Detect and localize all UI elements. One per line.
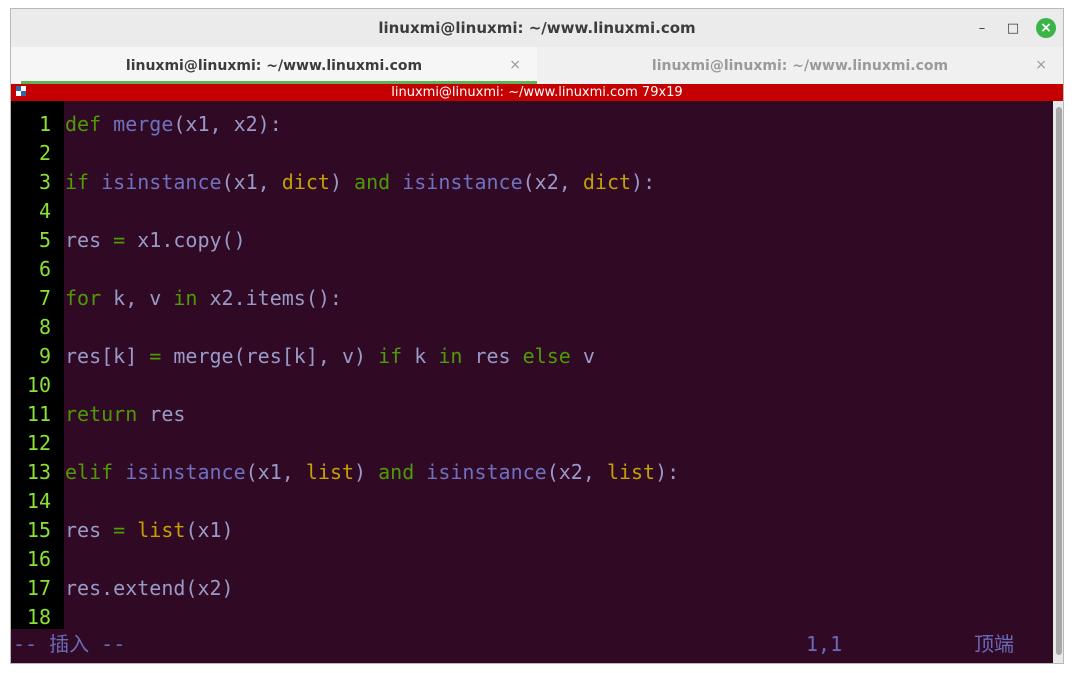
line-number: 2 xyxy=(38,141,51,165)
line-number: 5 xyxy=(38,228,51,252)
mode-indicator: -- 插入 -- xyxy=(13,632,126,656)
operator: = xyxy=(113,228,126,252)
line-number: 16 xyxy=(26,547,51,571)
code-line-15: res = list(x1) xyxy=(65,516,234,545)
code-line-5: res = x1.copy() xyxy=(65,226,246,255)
tab-1[interactable]: linuxmi@linuxmi: ~/www.linuxmi.com × xyxy=(11,47,537,84)
window-title: linuxmi@linuxmi: ~/www.linuxmi.com xyxy=(378,19,696,37)
code-text: ): xyxy=(631,170,656,194)
tab-2[interactable]: linuxmi@linuxmi: ~/www.linuxmi.com × xyxy=(537,47,1063,84)
tab-bar: linuxmi@linuxmi: ~/www.linuxmi.com × lin… xyxy=(11,47,1063,85)
tab-label: linuxmi@linuxmi: ~/www.linuxmi.com xyxy=(651,57,949,74)
code-text: (x1, xyxy=(221,170,282,194)
status-text: linuxmi@linuxmi: ~/www.linuxmi.com 79x19 xyxy=(391,85,683,100)
builtin: dict xyxy=(281,170,330,194)
keyword: in xyxy=(173,286,198,310)
code-text: (x2, xyxy=(546,460,607,484)
line-number: 11 xyxy=(26,402,51,426)
function-name: isinstance xyxy=(402,170,523,194)
code-text: (x1) xyxy=(185,518,234,542)
line-number: 15 xyxy=(26,518,51,542)
code-line-13: elif isinstance(x1, list) and isinstance… xyxy=(65,458,679,487)
tmux-status-line: linuxmi@linuxmi: ~/www.linuxmi.com 79x19 xyxy=(11,84,1063,101)
line-number: 17 xyxy=(26,576,51,600)
code-text: k, v xyxy=(101,286,174,310)
tab-close-icon[interactable]: × xyxy=(1035,57,1047,73)
line-number: 7 xyxy=(38,286,51,310)
code-line-1: def merge(x1, x2): xyxy=(65,110,282,139)
terminal-icon xyxy=(16,86,26,98)
code-text: res xyxy=(137,402,186,426)
line-number: 18 xyxy=(26,605,51,629)
code-line-17: res.extend(x2) xyxy=(65,574,234,603)
keyword: and xyxy=(354,170,391,194)
keyword: else xyxy=(522,344,571,368)
minimize-button[interactable]: – xyxy=(972,18,992,38)
keyword: elif xyxy=(65,460,114,484)
builtin: list xyxy=(305,460,355,484)
keyword: if xyxy=(378,344,403,368)
code-line-7: for k, v in x2.items(): xyxy=(65,284,342,313)
line-number: 10 xyxy=(26,373,51,397)
code-text: ): xyxy=(655,460,680,484)
builtin: list xyxy=(137,518,186,542)
function-name: isinstance xyxy=(125,460,246,484)
code-text: (x2, xyxy=(522,170,583,194)
vim-command-line: -- 插入 -- 1,1 顶端 xyxy=(11,629,1053,659)
tab-label: linuxmi@linuxmi: ~/www.linuxmi.com xyxy=(125,57,423,74)
code-line-11: return res xyxy=(65,400,185,429)
code-line-9: res[k] = merge(res[k], v) if k in res el… xyxy=(65,342,595,371)
keyword: for xyxy=(65,286,102,310)
cursor-position: 1,1 xyxy=(806,632,843,656)
tab-close-icon[interactable]: × xyxy=(509,57,521,73)
code-text: ) xyxy=(354,460,379,484)
code-text: res xyxy=(65,518,114,542)
line-number: 14 xyxy=(26,489,51,513)
function-name: isinstance xyxy=(101,170,222,194)
code-text: x2.items(): xyxy=(197,286,342,310)
close-button[interactable]: × xyxy=(1036,18,1056,38)
builtin: dict xyxy=(582,170,632,194)
line-number: 12 xyxy=(26,431,51,455)
code-text: res.extend(x2) xyxy=(65,576,234,600)
builtin: list xyxy=(606,460,656,484)
code-text: k xyxy=(402,344,439,368)
code-text: res xyxy=(65,228,114,252)
keyword: def xyxy=(65,112,102,136)
scrollbar[interactable] xyxy=(1053,101,1063,663)
keyword: and xyxy=(378,460,415,484)
code-text: v xyxy=(570,344,595,368)
line-number: 6 xyxy=(38,257,51,281)
line-number: 9 xyxy=(38,344,51,368)
line-number: 1 xyxy=(38,112,51,136)
scroll-position: 顶端 xyxy=(974,632,1014,656)
vim-editor[interactable]: 1 2 3 4 5 6 7 8 9 10 11 12 13 14 15 16 1… xyxy=(11,101,1053,629)
code-text: x1.copy() xyxy=(125,228,246,252)
code-text: ) xyxy=(329,170,355,194)
code-text: merge(res[k], v) xyxy=(161,344,379,368)
terminal-window: linuxmi@linuxmi: ~/www.linuxmi.com – □ ×… xyxy=(10,8,1064,664)
scrollbar-thumb[interactable] xyxy=(1056,107,1062,655)
keyword: return xyxy=(65,402,138,426)
keyword: if xyxy=(65,170,90,194)
line-number: 8 xyxy=(38,315,51,339)
line-number: 3 xyxy=(38,170,51,194)
code-line-3: if isinstance(x1, dict) and isinstance(x… xyxy=(65,168,655,197)
line-number: 4 xyxy=(38,199,51,223)
maximize-button[interactable]: □ xyxy=(1003,18,1023,38)
operator: = xyxy=(113,518,126,542)
title-bar[interactable]: linuxmi@linuxmi: ~/www.linuxmi.com – □ × xyxy=(11,9,1063,47)
keyword: in xyxy=(438,344,463,368)
code-text: (x1, xyxy=(245,460,306,484)
code-text: res xyxy=(462,344,523,368)
line-number: 13 xyxy=(26,460,51,484)
operator: = xyxy=(149,344,162,368)
code-text: (x1, x2): xyxy=(173,112,282,136)
function-name: isinstance xyxy=(426,460,547,484)
function-name: merge xyxy=(113,112,174,136)
code-text: res[k] xyxy=(65,344,150,368)
